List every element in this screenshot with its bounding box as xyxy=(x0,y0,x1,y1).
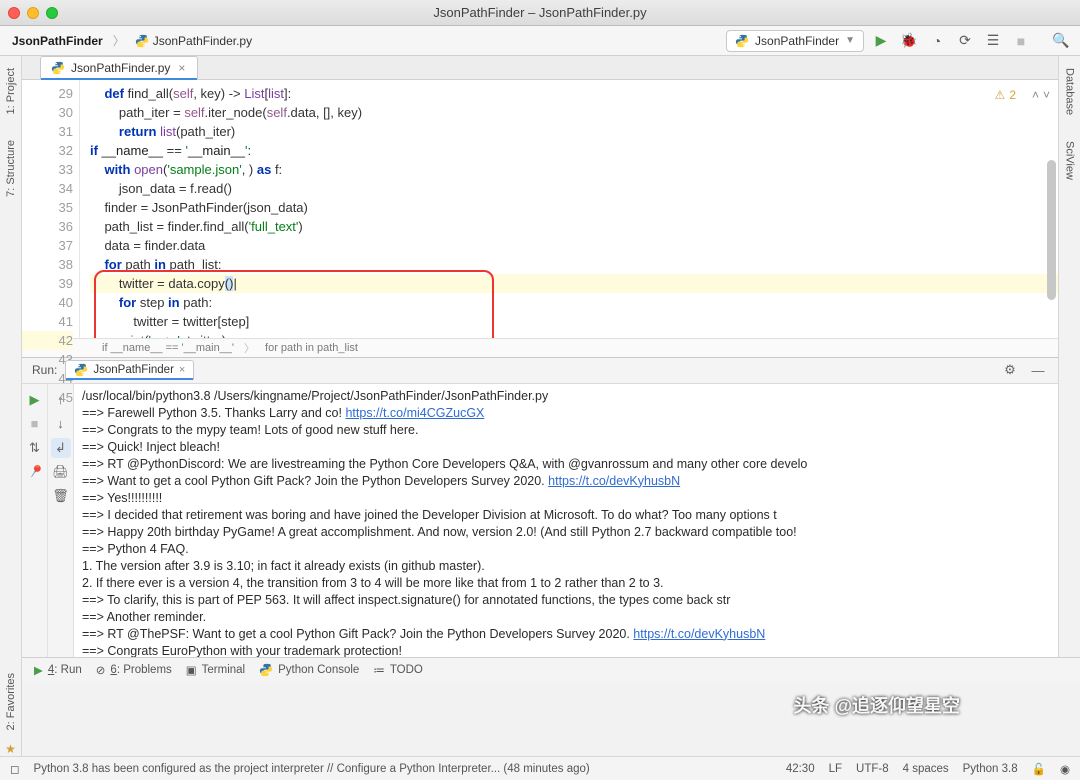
close-icon[interactable]: × xyxy=(176,61,187,75)
editor-tab-label: JsonPathFinder.py xyxy=(71,61,170,75)
tool-tab-sciview[interactable]: SciView xyxy=(1062,135,1078,186)
tool-tab-todo[interactable]: ≔TODO xyxy=(373,663,423,677)
window-title: JsonPathFinder – JsonPathFinder.py xyxy=(0,5,1080,20)
scope-label[interactable]: if __name__ == '__main__' xyxy=(102,342,234,354)
next-highlight-button[interactable]: ˅ xyxy=(1043,86,1050,105)
tool-tab-structure[interactable]: 7: Structure xyxy=(3,134,19,203)
warning-icon: ⚠ xyxy=(995,86,1006,105)
inspection-badge[interactable]: ⚠2 xyxy=(995,86,1016,105)
print-icon[interactable]: 🖨 xyxy=(51,462,71,482)
tool-tab-terminal[interactable]: ▣Terminal xyxy=(186,663,245,677)
soft-wrap-button[interactable]: ↲ xyxy=(51,438,71,458)
left-tool-rail: 1: Project 7: Structure xyxy=(0,56,22,657)
file-encoding[interactable]: UTF-8 xyxy=(856,763,889,775)
python-file-icon xyxy=(259,663,273,677)
run-tab-label: JsonPathFinder xyxy=(93,364,174,376)
run-button[interactable]: ▶ xyxy=(870,30,892,52)
tool-tab-run[interactable]: ▶4: Run xyxy=(34,663,82,677)
scope-sub-label[interactable]: for path in path_list xyxy=(265,342,358,354)
tool-tab-database[interactable]: Database xyxy=(1062,62,1078,121)
caret-position[interactable]: 42:30 xyxy=(786,763,815,775)
layout-button[interactable]: ⇅ xyxy=(25,438,45,458)
concurrency-button[interactable]: ☰ xyxy=(982,30,1004,52)
editor-tabbar: JsonPathFinder.py × xyxy=(22,56,1058,80)
terminal-icon: ▣ xyxy=(186,663,197,677)
pin-icon[interactable]: 📍 xyxy=(21,458,49,486)
code-area[interactable]: def find_all(self, key) -> List[list]: p… xyxy=(80,80,1058,338)
editor-tab[interactable]: JsonPathFinder.py × xyxy=(40,56,198,79)
tool-tab-favorites[interactable]: 2: Favorites xyxy=(3,667,19,736)
breadcrumb-sep: 〉 xyxy=(113,32,125,49)
console-output[interactable]: /usr/local/bin/python3.8 /Users/kingname… xyxy=(74,384,1058,657)
breadcrumb-file[interactable]: JsonPathFinder.py xyxy=(131,32,256,50)
right-tool-rail: Database SciView xyxy=(1058,56,1080,657)
python-file-icon xyxy=(74,363,88,377)
tool-tab-project[interactable]: 1: Project xyxy=(3,62,19,120)
search-everywhere-button[interactable]: 🔍 xyxy=(1050,30,1072,52)
breadcrumb: JsonPathFinder 〉 JsonPathFinder.py xyxy=(8,32,720,50)
stop-run-button[interactable]: ■ xyxy=(25,414,45,434)
run-config-dropdown[interactable]: JsonPathFinder ▼ xyxy=(726,30,864,52)
run-toolwindow: Run: JsonPathFinder × ⚙ — ▶ ■ ⇅ � xyxy=(22,357,1058,657)
editor-scrollbar[interactable] xyxy=(1047,160,1056,300)
status-message[interactable]: Python 3.8 has been configured as the pr… xyxy=(34,763,772,775)
tool-tab-python-console[interactable]: Python Console xyxy=(259,663,359,677)
trash-icon[interactable]: 🗑 xyxy=(51,486,71,506)
chevron-down-icon: ▼ xyxy=(845,35,855,46)
line-separator[interactable]: LF xyxy=(829,763,842,775)
code-editor[interactable]: 2930313233343536373839404142434445 def f… xyxy=(22,80,1058,338)
profile-button[interactable]: ⟳ xyxy=(954,30,976,52)
inspection-nav: ˄ ˅ xyxy=(1032,86,1050,105)
run-config-label: JsonPathFinder xyxy=(755,34,839,48)
run-action-column: ▶ ■ ⇅ 📍 xyxy=(22,384,48,657)
stop-button[interactable]: ■ xyxy=(1010,30,1032,52)
star-icon: ★ xyxy=(5,742,16,756)
debug-button[interactable]: 🐞 xyxy=(898,30,920,52)
ide-status-icon[interactable]: ◉ xyxy=(1060,762,1070,776)
hide-toolwindow-button[interactable]: — xyxy=(1028,360,1048,380)
event-log-icon[interactable]: ◻ xyxy=(10,762,20,776)
run-tab[interactable]: JsonPathFinder × xyxy=(65,360,194,380)
run-output-column: ↑ ↓ ↲ 🖨 🗑 xyxy=(48,384,74,657)
status-bar: ◻ Python 3.8 has been configured as the … xyxy=(0,756,1080,780)
coverage-button[interactable]: ◔ xyxy=(926,30,948,52)
interpreter-label[interactable]: Python 3.8 xyxy=(963,763,1018,775)
prev-highlight-button[interactable]: ˄ xyxy=(1032,86,1039,105)
line-number-gutter: 2930313233343536373839404142434445 xyxy=(22,80,80,338)
tool-tab-problems[interactable]: ⊘6: Problems xyxy=(96,663,172,677)
breadcrumb-file-label: JsonPathFinder.py xyxy=(153,34,252,48)
editor-breadcrumb-bar: if __name__ == '__main__' 〉 for path in … xyxy=(22,338,1058,357)
scroll-bottom-icon[interactable]: ↓ xyxy=(51,414,71,434)
python-file-icon xyxy=(135,34,149,48)
breadcrumb-project[interactable]: JsonPathFinder xyxy=(8,32,107,50)
lock-icon[interactable]: 🔓 xyxy=(1032,762,1046,776)
close-icon[interactable]: × xyxy=(179,364,185,376)
titlebar: JsonPathFinder – JsonPathFinder.py xyxy=(0,0,1080,26)
run-settings-button[interactable]: ⚙ xyxy=(1000,360,1020,380)
python-file-icon xyxy=(735,34,749,48)
bottom-tool-tabs: ▶4: Run ⊘6: Problems ▣Terminal Python Co… xyxy=(22,657,1080,683)
python-file-icon xyxy=(51,61,65,75)
todo-icon: ≔ xyxy=(373,663,385,677)
play-icon: ▶ xyxy=(34,663,43,677)
main-toolbar: JsonPathFinder 〉 JsonPathFinder.py JsonP… xyxy=(0,26,1080,56)
problems-icon: ⊘ xyxy=(96,663,106,677)
indent-setting[interactable]: 4 spaces xyxy=(903,763,949,775)
